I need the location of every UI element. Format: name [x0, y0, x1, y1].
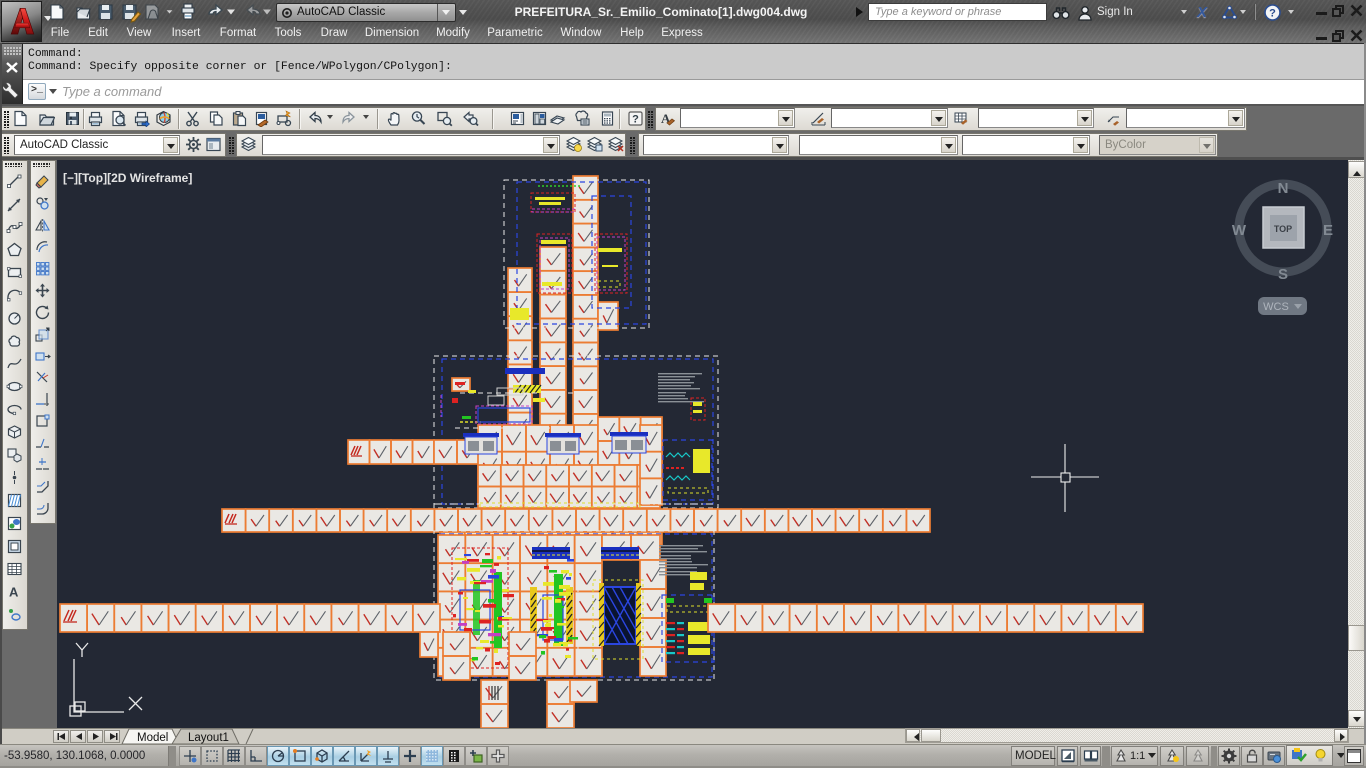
svg-text:[−][Top][2D Wireframe]: [−][Top][2D Wireframe]: [63, 171, 192, 185]
svg-text:?: ?: [632, 114, 639, 126]
svg-text:W: W: [1232, 222, 1247, 239]
svg-text:Model: Model: [137, 732, 168, 744]
svg-text:Layout1: Layout1: [188, 732, 229, 744]
svg-text:E: E: [1323, 222, 1333, 239]
svg-text:?: ?: [1269, 8, 1276, 20]
svg-text:TOP: TOP: [1274, 224, 1292, 234]
svg-text:WCS: WCS: [1263, 301, 1289, 313]
svg-text:A: A: [9, 585, 19, 600]
svg-text:N: N: [1278, 180, 1289, 197]
svg-text:S: S: [1278, 266, 1288, 283]
